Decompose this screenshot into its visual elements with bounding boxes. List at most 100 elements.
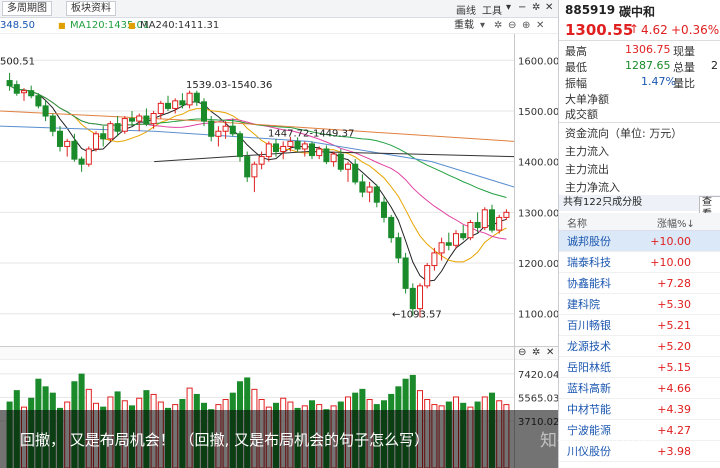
stock-name[interactable]: 诚邦股份 [567,231,611,252]
table-row[interactable]: 岳阳林纸 +5.15 [559,357,720,378]
stock-name[interactable]: 龙源技术 [567,336,611,357]
big-order-label: 大单净额 [565,93,609,106]
stock-pct: +4.66 [657,382,691,395]
candle-body [301,143,308,150]
candle-body [272,143,280,153]
multi-period-button[interactable]: 多周期图 [2,1,52,16]
settings-gear-icon[interactable]: ✲ [532,2,540,13]
candle-body [316,148,323,157]
candle-body [193,92,200,103]
table-row[interactable]: 百川畅银 +5.21 [559,315,720,336]
stock-name[interactable]: 蓝科高新 [567,378,611,399]
stock-name[interactable]: 中材节能 [567,399,611,420]
reload-button[interactable]: 重载 [454,18,474,34]
candle-body [474,221,481,229]
candle-body [503,211,510,218]
app-root: 多周期图 板块资料 画线 工具 ▾ − ✲ ✕ 348.50 ■ MA120:1… [0,0,720,468]
y-tick-label: 1300.00 [518,208,558,219]
candle-body [229,125,236,135]
chevron-down-icon[interactable]: ▾ [506,2,511,13]
draw-line-button[interactable]: 画线 [456,2,476,17]
tools-menu[interactable]: 工具 [482,2,502,17]
candle-body [244,156,251,178]
candle-body [92,133,100,150]
table-row[interactable]: 中材节能 +4.39 [559,399,720,420]
table-row[interactable]: 建科院 +5.30 [559,294,720,315]
candle-body [114,123,121,132]
quote-panel: 885919 碳中和 1300.55 ↑ 4.62 +0.36% 最高 1306… [558,0,720,468]
candle-body [395,237,402,259]
ma120-marker-icon: ■ [58,21,66,30]
annotation-mid: 1447.72-1449.37 [268,128,354,139]
up-arrow-icon: ↑ [629,22,640,36]
stock-pct: +7.28 [657,277,691,290]
table-row[interactable]: 蓝科高新 +4.66 [559,378,720,399]
col-pct-header[interactable]: 涨幅%↓ [657,215,695,230]
main-inflow-label: 主力流入 [565,145,609,158]
settings-gear-icon[interactable]: ✲ [532,347,540,358]
volume-tick-label: 7420.04 [518,370,558,381]
chart-toolbar: 多周期图 板块资料 画线 工具 ▾ − ✲ ✕ [0,0,558,18]
candle-body [186,92,193,106]
volume-panel-header: ⊖ ✲ ✕ [0,346,558,360]
ma240-value: MA240:1411.31 [140,20,220,31]
candle-body [56,130,64,147]
candle-body [445,242,452,246]
stock-pct: +10.00 [650,256,691,269]
settings-gear-icon[interactable]: ✲ [494,18,502,34]
candle-body [143,115,150,125]
stock-name[interactable]: 协鑫能科 [567,273,611,294]
candle-body [100,133,107,140]
candle-body [388,216,395,239]
candle-body [460,233,467,239]
candle-body [431,252,438,267]
close-icon[interactable]: ✕ [545,2,553,13]
candle-body [409,287,416,310]
candle-body [172,100,179,109]
divider [559,122,720,123]
minimize-icon[interactable]: − [518,2,526,13]
stock-name[interactable]: 瑞泰科技 [567,252,611,273]
zoom-out-icon[interactable]: ⊖ [508,18,516,34]
table-row[interactable]: 瑞泰科技 +10.00 [559,252,720,273]
stock-pct: +5.21 [657,319,691,332]
zoom-out-icon[interactable]: ⊖ [518,347,526,358]
turnover-label: 成交额 [565,108,598,121]
total-volume-label: 总量 [673,61,695,74]
table-row[interactable]: 诚邦股份 +10.00 [559,231,720,252]
candle-body [222,125,229,132]
ma120-value: MA120:1435.01 [70,20,150,31]
candle-body [215,130,222,137]
candle-body [150,113,157,125]
high-label: 最高 [565,45,587,58]
close-icon[interactable]: ✕ [536,18,544,34]
candle-body [6,80,13,87]
candle-body [64,140,71,147]
table-row[interactable]: 龙源技术 +5.20 [559,336,720,357]
caption-text: 回撤， 又是布局机会！ （回撤, 又是布局机会的句子怎么写） [20,431,430,449]
candle-body [28,90,35,97]
col-name-header[interactable]: 名称 [567,215,587,230]
zoom-in-icon[interactable]: ⊕ [522,18,530,34]
candle-body [308,143,316,157]
block-info-button[interactable]: 板块资料 [66,1,116,16]
candle-body [251,163,258,178]
stock-name[interactable]: 建科院 [567,294,600,315]
volume-ratio-label: 量比 [673,77,695,90]
chevron-down-icon[interactable]: ▾ [480,18,485,34]
candlestick-chart[interactable]: 1600.00 1500.00 1400.00 1300.00 1200.00 1100.… [0,34,558,346]
candle-body [344,163,352,170]
price-change-pct: +0.36% [671,23,720,37]
close-icon[interactable]: ✕ [546,347,554,358]
candle-body [128,118,136,122]
candle-body [71,140,78,160]
candle-body [42,105,49,117]
ma240-marker-icon: ■ [128,21,136,30]
candle-body [330,153,337,163]
candle-body [323,148,330,163]
index-name: 碳中和 [619,5,656,19]
stock-name[interactable]: 岳阳林纸 [567,357,611,378]
table-row[interactable]: 协鑫能科 +7.28 [559,273,720,294]
candle-body [121,118,128,132]
stock-name[interactable]: 百川畅银 [567,315,611,336]
